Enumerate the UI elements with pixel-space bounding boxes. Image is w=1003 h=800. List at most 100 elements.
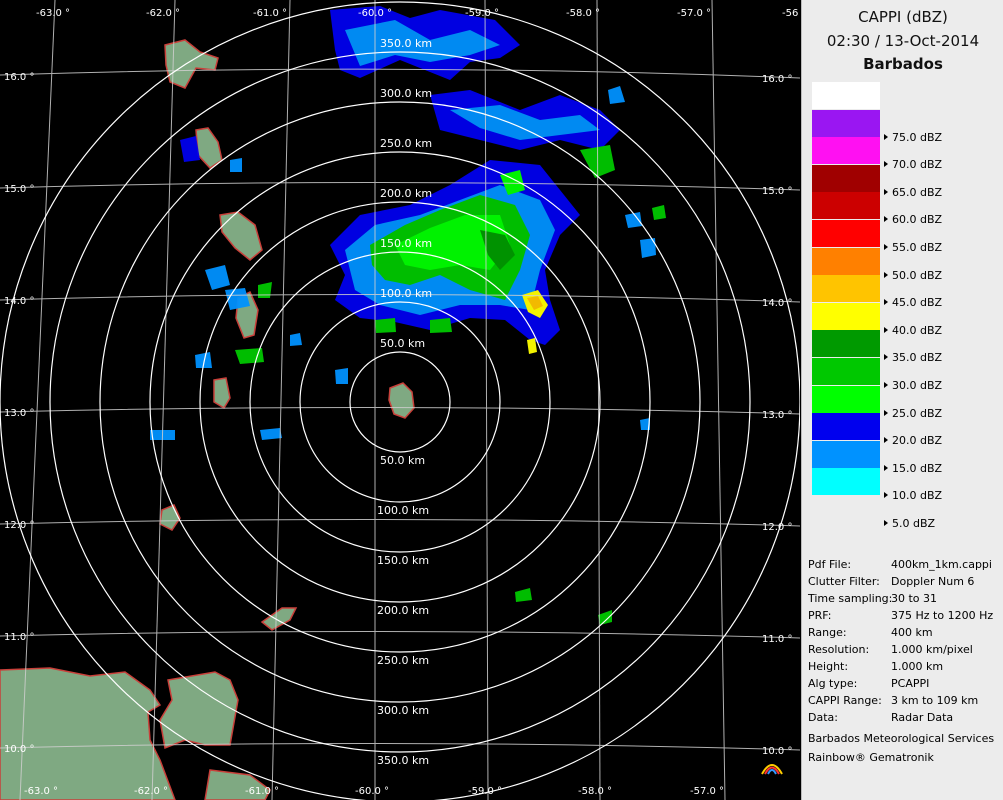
lat-label: 16.0 ° — [4, 72, 34, 83]
legend-label: 15.0 dBZ — [884, 462, 994, 475]
lon-label: -59.0 ° — [465, 8, 499, 19]
legend-swatch — [812, 358, 880, 385]
lat-label: 12.0 ° — [4, 520, 34, 531]
legend-label: 60.0 dBZ — [884, 213, 994, 226]
lon-label: -57.0 ° — [677, 8, 711, 19]
legend-swatch — [812, 82, 880, 109]
info-key: Clutter Filter: — [808, 575, 880, 588]
range-label: 300.0 km — [380, 87, 432, 100]
range-label: 250.0 km — [380, 137, 432, 150]
organization: Barbados Meteorological Services — [808, 732, 995, 745]
range-label: 150.0 km — [377, 554, 429, 567]
legend-swatch — [812, 137, 880, 165]
lon-label: -62.0 ° — [146, 8, 180, 19]
info-value: PCAPPI — [891, 677, 930, 690]
legend-swatch — [812, 275, 880, 303]
legend-label: 5.0 dBZ — [884, 517, 994, 530]
lat-label: 11.0 ° — [4, 632, 34, 643]
lat-label: 12.0 ° — [762, 522, 792, 533]
info-key: Resolution: — [808, 643, 870, 656]
info-value: 400km_1km.cappi — [891, 558, 992, 571]
lat-label: 10.0 ° — [762, 746, 792, 757]
legend-swatch — [812, 413, 880, 441]
radar-display[interactable]: 350.0 km 300.0 km 250.0 km 200.0 km 150.… — [0, 0, 800, 800]
lat-label: 16.0 ° — [762, 74, 792, 85]
legend-label: 25.0 dBZ — [884, 407, 994, 420]
legend-swatch — [812, 109, 880, 137]
lat-label: 13.0 ° — [762, 410, 792, 421]
range-label: 50.0 km — [380, 454, 425, 467]
legend-label: 50.0 dBZ — [884, 269, 994, 282]
legend-swatch — [812, 192, 880, 220]
lat-label: 13.0 ° — [4, 408, 34, 419]
legend-swatch — [812, 302, 880, 330]
info-key: CAPPI Range: — [808, 694, 882, 707]
lon-label: -60.0 ° — [355, 786, 389, 797]
range-label: 350.0 km — [380, 37, 432, 50]
legend-label: 70.0 dBZ — [884, 158, 994, 171]
range-label: 250.0 km — [377, 654, 429, 667]
site-name: Barbados — [863, 55, 943, 73]
info-value: Doppler Num 6 — [891, 575, 975, 588]
range-label: 200.0 km — [377, 604, 429, 617]
range-label: 100.0 km — [377, 504, 429, 517]
legend-swatch — [812, 164, 880, 192]
info-value: 30 to 31 — [891, 592, 938, 605]
range-label: 100.0 km — [380, 287, 432, 300]
lon-label: -61.0 ° — [253, 8, 287, 19]
legend-label: 45.0 dBZ — [884, 296, 994, 309]
lat-label: 15.0 ° — [762, 186, 792, 197]
range-label: 150.0 km — [380, 237, 432, 250]
legend-label: 30.0 dBZ — [884, 379, 994, 392]
range-label: 50.0 km — [380, 337, 425, 350]
legend-swatch — [812, 220, 880, 247]
lon-label: -59.0 ° — [468, 786, 502, 797]
legend-label: 40.0 dBZ — [884, 324, 994, 337]
lon-label: -63.0 ° — [24, 786, 58, 797]
lat-label: 15.0 ° — [4, 184, 34, 195]
lon-label: -60.0 ° — [358, 8, 392, 19]
info-key: Data: — [808, 711, 838, 724]
info-value: 375 Hz to 1200 Hz — [891, 609, 994, 622]
info-key: Height: — [808, 660, 849, 673]
lon-label: -57.0 ° — [690, 786, 724, 797]
legend-swatch — [812, 440, 880, 468]
lon-label: -58.0 ° — [566, 8, 600, 19]
legend-swatch — [812, 468, 880, 496]
info-value: 3 km to 109 km — [891, 694, 979, 707]
legend-label: 55.0 dBZ — [884, 241, 994, 254]
side-panel: CAPPI (dBZ) 02:30 / 13-Oct-2014 Barbados… — [801, 0, 1003, 800]
lat-label: 10.0 ° — [4, 744, 34, 755]
lat-label: 11.0 ° — [762, 634, 792, 645]
range-label: 300.0 km — [377, 704, 429, 717]
legend-label: 75.0 dBZ — [884, 131, 994, 144]
lon-label: -62.0 ° — [134, 786, 168, 797]
info-key: Alg type: — [808, 677, 858, 690]
info-value: 1.000 km/pixel — [891, 643, 973, 656]
legend-label: 20.0 dBZ — [884, 434, 994, 447]
range-label: 350.0 km — [377, 754, 429, 767]
lon-label: -63.0 ° — [36, 8, 70, 19]
product-title: CAPPI (dBZ) — [858, 8, 948, 26]
range-label: 200.0 km — [380, 187, 432, 200]
info-key: Pdf File: — [808, 558, 852, 571]
lat-label: 14.0 ° — [4, 296, 34, 307]
lon-label: -61.0 ° — [245, 786, 279, 797]
brand: Rainbow® Gematronik — [808, 751, 934, 764]
legend-label: 10.0 dBZ — [884, 489, 994, 502]
island-trinidad — [159, 671, 239, 750]
lat-label: 14.0 ° — [762, 298, 792, 309]
lon-label: -56 — [782, 8, 798, 19]
info-value: Radar Data — [891, 711, 954, 724]
lon-label: -58.0 ° — [578, 786, 612, 797]
info-key: PRF: — [808, 609, 832, 622]
product-datetime: 02:30 / 13-Oct-2014 — [826, 32, 980, 50]
info-value: 1.000 km — [891, 660, 944, 673]
legend-swatch — [812, 330, 880, 358]
info-key: Range: — [808, 626, 847, 639]
legend-label: 35.0 dBZ — [884, 351, 994, 364]
info-key: Time sampling: — [808, 592, 893, 605]
legend-swatch — [812, 385, 880, 413]
info-value: 400 km — [891, 626, 933, 639]
legend-label: 65.0 dBZ — [884, 186, 994, 199]
